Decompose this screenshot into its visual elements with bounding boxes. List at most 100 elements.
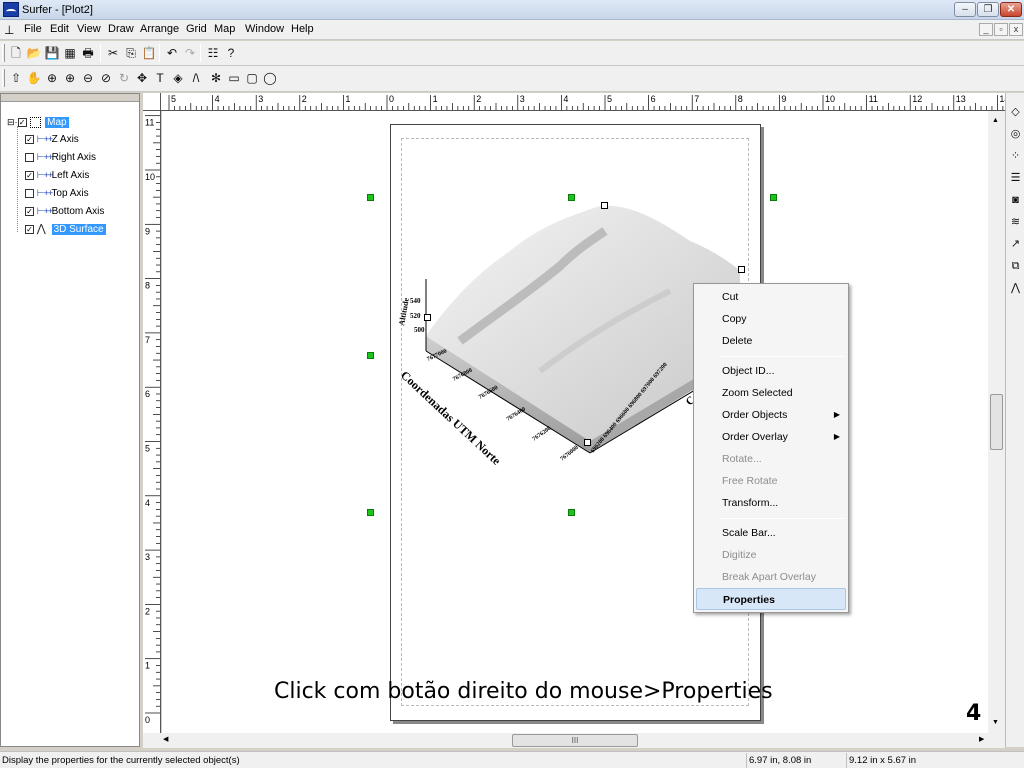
horizontal-scroll-thumb[interactable]: III xyxy=(512,734,638,747)
selection-handle[interactable] xyxy=(367,194,374,201)
save-icon[interactable]: 💾 xyxy=(44,45,60,61)
move-icon[interactable]: ✥ xyxy=(134,70,150,86)
plot-canvas[interactable]: Altitude 540 520 500 7677000 7676800 767… xyxy=(162,111,988,733)
mdi-restore-button[interactable]: ▫ xyxy=(994,23,1008,36)
paste-icon[interactable]: 📋 xyxy=(141,45,157,61)
menu-item-properties[interactable]: Properties xyxy=(696,588,846,610)
rectangle-icon[interactable]: ▭ xyxy=(226,70,242,86)
surface-icon[interactable]: ⋀ xyxy=(1007,279,1024,297)
tree-checkbox[interactable] xyxy=(25,152,34,162)
menu-item-cut[interactable]: Cut xyxy=(696,286,846,308)
tree-checkbox[interactable]: ✓ xyxy=(25,134,34,144)
undo-icon[interactable]: ↶ xyxy=(164,45,180,61)
document-icon[interactable]: ⊥ xyxy=(4,23,18,37)
polyline-icon[interactable]: /\ xyxy=(188,70,204,86)
vector-map-icon[interactable]: ↗ xyxy=(1007,235,1024,253)
redo-icon[interactable]: ↷ xyxy=(182,45,198,61)
post-map-icon[interactable]: ⁘ xyxy=(1007,147,1024,165)
pan-icon[interactable]: ✋ xyxy=(26,70,42,86)
new-icon[interactable]: 🗋 xyxy=(8,45,24,61)
menu-item-order-objects[interactable]: Order Objects ▶ xyxy=(696,404,846,426)
menu-map[interactable]: Map xyxy=(214,23,235,35)
symbol-icon[interactable]: ✻ xyxy=(208,70,224,86)
polygon-icon[interactable]: ◈ xyxy=(170,70,186,86)
minimize-button[interactable]: – xyxy=(954,2,976,17)
tree-checkbox[interactable]: ✓ xyxy=(17,117,27,127)
menu-arrange[interactable]: Arrange xyxy=(140,23,179,35)
horizontal-scrollbar[interactable]: ◀ III ▶ xyxy=(143,733,1005,748)
selection-handle[interactable] xyxy=(568,194,575,201)
mdi-minimize-button[interactable]: _ xyxy=(979,23,993,36)
object-manager-icon[interactable]: ☷ xyxy=(205,45,221,61)
menu-view[interactable]: View xyxy=(77,23,101,35)
tree-item-left-axis[interactable]: ✓ ⊢++ Left Axis xyxy=(25,168,89,184)
selection-handle[interactable] xyxy=(367,509,374,516)
selection-handle[interactable] xyxy=(770,194,777,201)
menu-item-delete[interactable]: Delete xyxy=(696,330,846,352)
select-arrow-icon[interactable]: ⇧ xyxy=(8,70,24,86)
rotation-handle[interactable] xyxy=(424,314,431,321)
scroll-right-arrow-icon[interactable]: ▶ xyxy=(979,735,984,743)
menu-item-order-overlay[interactable]: Order Overlay ▶ xyxy=(696,426,846,448)
mdi-close-button[interactable]: x xyxy=(1009,23,1023,36)
grid-icon[interactable]: ▦ xyxy=(62,45,78,61)
copy-icon[interactable]: ⎘ xyxy=(123,45,139,61)
classed-post-icon[interactable]: ☰ xyxy=(1007,169,1024,187)
menu-help[interactable]: Help xyxy=(291,23,314,35)
cut-icon[interactable]: ✂ xyxy=(105,45,121,61)
menu-file[interactable]: File xyxy=(24,23,42,35)
menu-item-scale-bar[interactable]: Scale Bar... xyxy=(696,522,846,544)
panel-splitter[interactable] xyxy=(1,94,139,102)
tree-checkbox[interactable]: ✓ xyxy=(25,224,34,234)
menu-item-copy[interactable]: Copy xyxy=(696,308,846,330)
ruler-label: 0 xyxy=(145,715,150,725)
vertical-scroll-thumb[interactable] xyxy=(990,394,1003,450)
tree-item-right-axis[interactable]: ⊢++ Right Axis xyxy=(25,150,96,166)
contour-map-icon[interactable]: ◇ xyxy=(1007,103,1024,121)
close-button[interactable]: ✕ xyxy=(1000,2,1022,17)
wireframe-icon[interactable]: ⧉ xyxy=(1007,257,1024,275)
shaded-relief-icon[interactable]: ≋ xyxy=(1007,213,1024,231)
zoom-out-icon[interactable]: ⊖ xyxy=(80,70,96,86)
selection-handle[interactable] xyxy=(367,352,374,359)
tree-item-z-axis[interactable]: ✓ ⊢++ Z Axis xyxy=(25,132,79,148)
toolbar-grip[interactable] xyxy=(2,44,5,62)
rotation-handle[interactable] xyxy=(601,202,608,209)
toolbar-grip[interactable] xyxy=(2,69,5,87)
tree-checkbox[interactable] xyxy=(25,188,34,198)
print-icon[interactable]: 🖶 xyxy=(80,45,96,61)
scroll-down-arrow-icon[interactable]: ▼ xyxy=(992,719,999,726)
zoom-rect-icon[interactable]: ⊘ xyxy=(98,70,114,86)
menu-edit[interactable]: Edit xyxy=(50,23,69,35)
ellipse-icon[interactable]: ◯ xyxy=(262,70,278,86)
scroll-up-arrow-icon[interactable]: ▲ xyxy=(992,117,999,124)
cursor-position: 6.97 in, 8.08 in xyxy=(746,753,846,768)
scroll-left-arrow-icon[interactable]: ◀ xyxy=(163,735,168,743)
menu-grid[interactable]: Grid xyxy=(186,23,207,35)
help-pointer-icon[interactable]: ? xyxy=(223,45,239,61)
base-map-icon[interactable]: ◎ xyxy=(1007,125,1024,143)
tree-item-top-axis[interactable]: ⊢++ Top Axis xyxy=(25,186,89,202)
open-icon[interactable]: 📂 xyxy=(26,45,42,61)
text-icon[interactable]: T xyxy=(152,70,168,86)
tree-item-bottom-axis[interactable]: ✓ ⊢++ Bottom Axis xyxy=(25,204,104,220)
rounded-rect-icon[interactable]: ▢ xyxy=(244,70,260,86)
rotation-handle[interactable] xyxy=(738,266,745,273)
menu-item-zoom-selected[interactable]: Zoom Selected xyxy=(696,382,846,404)
surfer-app-icon[interactable] xyxy=(3,2,19,17)
rotation-handle[interactable] xyxy=(584,439,591,446)
menu-draw[interactable]: Draw xyxy=(108,23,134,35)
image-map-icon[interactable]: ◙ xyxy=(1007,191,1024,209)
tree-checkbox[interactable]: ✓ xyxy=(25,170,34,180)
tree-item-3d-surface[interactable]: ✓ ⋀ 3D Surface xyxy=(25,222,106,238)
vertical-scrollbar[interactable]: ▲ ▼ xyxy=(988,111,1005,733)
selection-handle[interactable] xyxy=(568,509,575,516)
menu-window[interactable]: Window xyxy=(245,23,284,35)
tree-checkbox[interactable]: ✓ xyxy=(25,206,34,216)
zoom-in-icon[interactable]: ⊕ xyxy=(62,70,78,86)
rotate-icon[interactable]: ↻ xyxy=(116,70,132,86)
menu-item-transform[interactable]: Transform... xyxy=(696,492,846,514)
menu-item-object-id[interactable]: Object ID... xyxy=(696,360,846,382)
zoom-realtime-icon[interactable]: ⊕ xyxy=(44,70,60,86)
maximize-button[interactable]: ❐ xyxy=(977,2,999,17)
